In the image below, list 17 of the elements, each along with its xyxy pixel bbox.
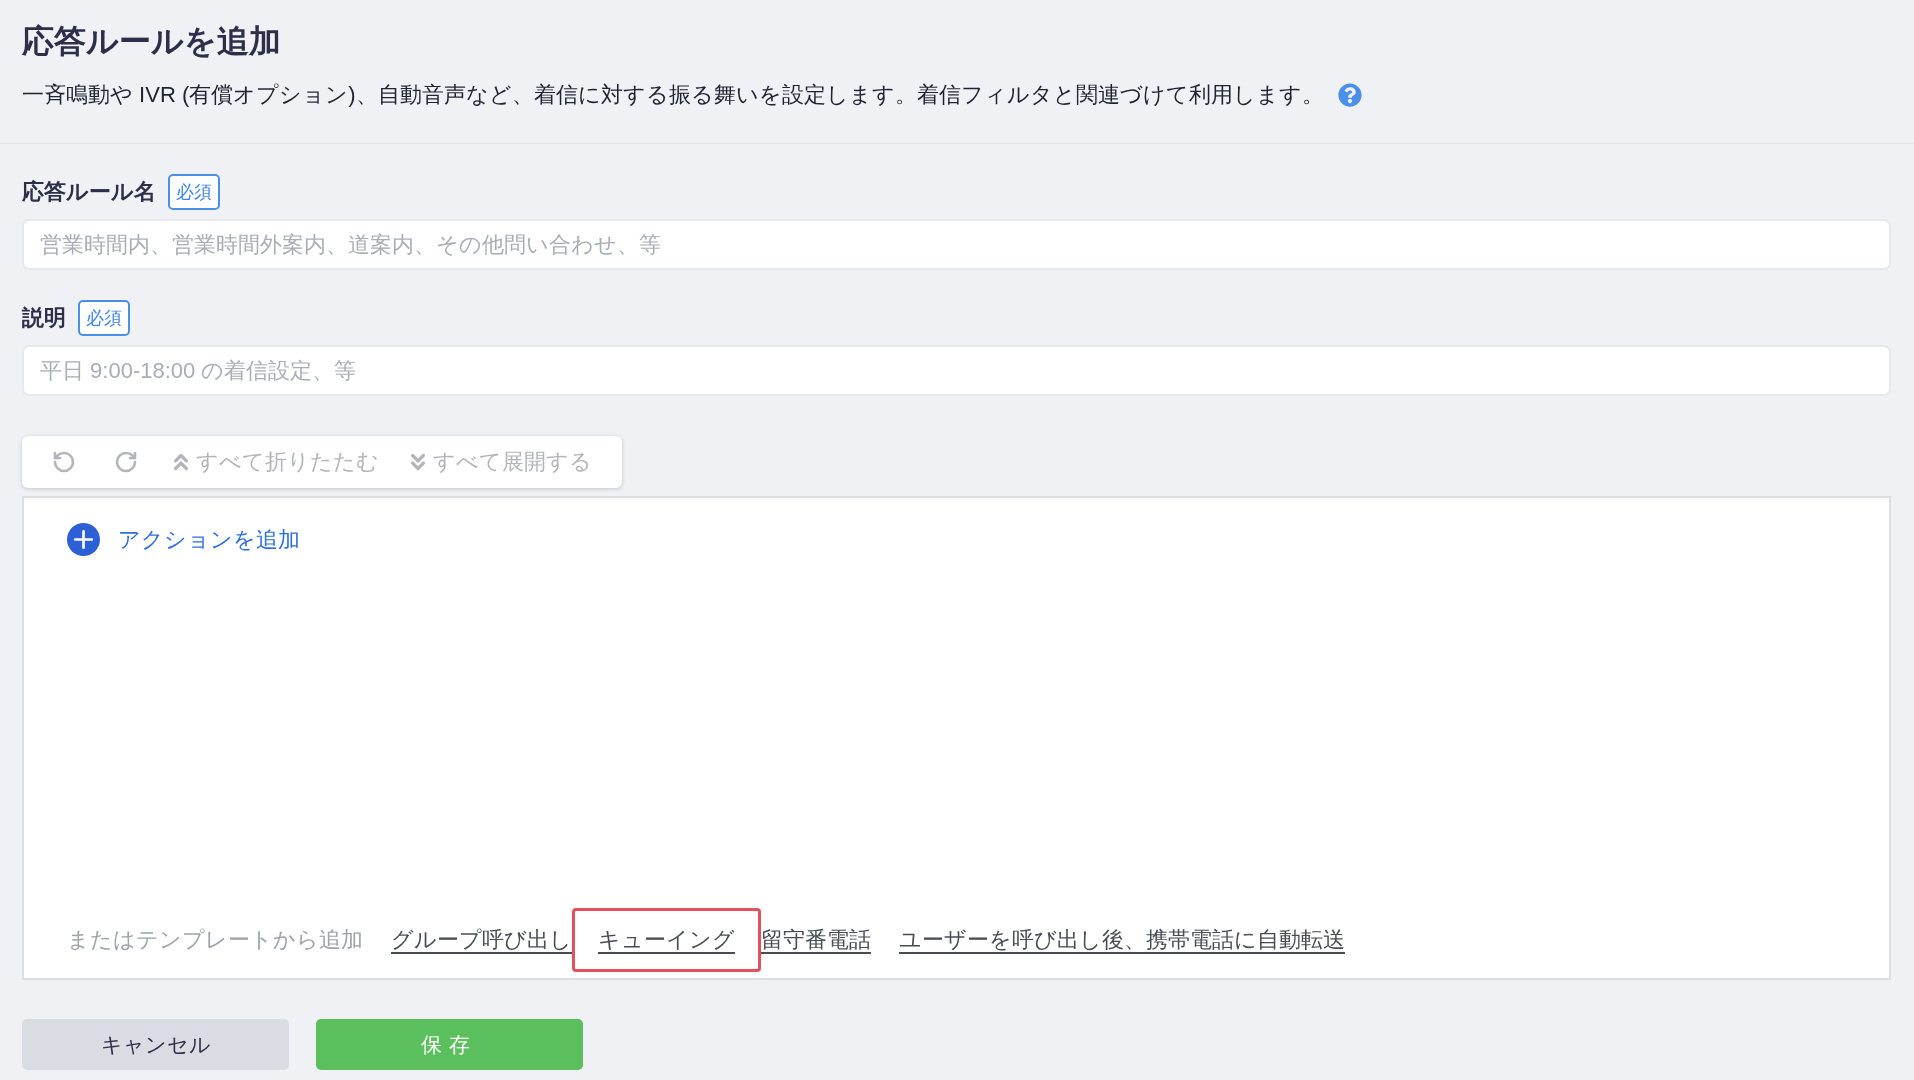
template-link[interactable]: キューイング <box>572 908 761 972</box>
field-label: 説明 <box>22 304 66 332</box>
template-link[interactable]: ユーザーを呼び出し後、携帯電話に自動転送 <box>899 925 1345 955</box>
page-description: 一斉鳴動や IVR (有償オプション)、自動音声など、着信に対する振る舞いを設定します。着信フィルタと関連づけて利用します。 <box>22 81 1324 109</box>
text-input[interactable]: 平日 9:00-18:00 の着信設定、等 <box>22 345 1891 396</box>
required-badge: 必須 <box>78 300 130 336</box>
add-action-button[interactable]: アクションを追加 <box>67 523 300 556</box>
text-input[interactable]: 営業時間内、営業時間外案内、道案内、その他問い合わせ、等 <box>22 219 1891 270</box>
plus-circle-icon <box>67 523 100 556</box>
required-badge: 必須 <box>168 174 220 210</box>
help-icon[interactable] <box>1337 83 1362 107</box>
field-label: 応答ルール名 <box>22 178 156 206</box>
template-intro-text: またはテンプレートから追加 <box>67 926 363 954</box>
template-link[interactable]: グループ呼び出し <box>391 925 572 955</box>
page-title: 応答ルールを追加 <box>22 22 281 61</box>
template-link[interactable]: 留守番電話 <box>761 925 871 955</box>
cancel-button[interactable]: キャンセル <box>22 1019 289 1070</box>
